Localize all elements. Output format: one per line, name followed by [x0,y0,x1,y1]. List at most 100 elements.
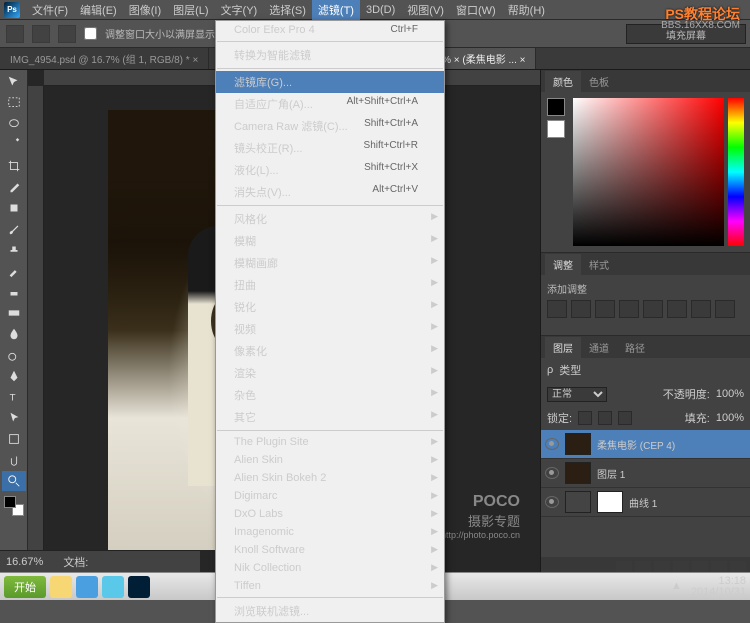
filter-alien-bokeh[interactable]: Alien Skin Bokeh 2▶ [216,469,444,487]
vibrance-icon[interactable] [643,300,663,318]
blend-mode-select[interactable]: 正常 [547,387,607,402]
filter-video[interactable]: 视频▶ [216,318,444,340]
filter-last[interactable]: Color Efex Pro 4Ctrl+F [216,21,444,39]
system-clock[interactable]: 13:18 2014/10/31 [691,576,746,598]
filter-sharpen[interactable]: 锐化▶ [216,296,444,318]
filter-browse-online[interactable]: 浏览联机滤镜... [216,600,444,622]
wand-tool[interactable] [2,135,26,155]
fill-value[interactable]: 100% [716,412,744,424]
filter-vanish[interactable]: 消失点(V)...Alt+Ctrl+V [216,181,444,203]
dodge-tool[interactable] [2,345,26,365]
zoom-out-icon[interactable] [58,25,76,43]
lock-pixels-icon[interactable] [578,411,592,425]
resize-window-checkbox[interactable] [84,27,97,40]
menu-select[interactable]: 选择(S) [263,0,312,20]
filter-plugin-site[interactable]: The Plugin Site▶ [216,433,444,451]
layer-row-2[interactable]: 曲线 1 [541,488,750,517]
marquee-tool[interactable] [2,93,26,113]
filter-gallery[interactable]: 滤镜库(G)... [216,71,444,93]
taskbar-browser-icon[interactable] [76,576,98,598]
tab-doc-0[interactable]: IMG_4954.psd @ 16.7% (组 1, RGB/8) * × [0,48,209,69]
visibility-icon[interactable] [545,496,559,508]
opacity-value[interactable]: 100% [716,388,744,400]
paths-tab[interactable]: 路径 [617,337,653,358]
filter-stylize[interactable]: 风格化▶ [216,208,444,230]
type-tool[interactable]: T [2,387,26,407]
layer-row-1[interactable]: 图层 1 [541,459,750,488]
menu-image[interactable]: 图像(I) [123,0,167,20]
color-picker[interactable] [541,92,750,252]
path-select-tool[interactable] [2,408,26,428]
filter-blur[interactable]: 模糊▶ [216,230,444,252]
zoom-in-icon[interactable] [32,25,50,43]
filter-nik[interactable]: Nik Collection▶ [216,559,444,577]
color-tab[interactable]: 颜色 [545,71,581,92]
filter-camera-raw[interactable]: Camera Raw 滤镜(C)...Shift+Ctrl+A [216,115,444,137]
filter-tiffen[interactable]: Tiffen▶ [216,577,444,595]
heal-tool[interactable] [2,198,26,218]
layer-row-0[interactable]: 柔焦电影 (CEP 4) [541,430,750,459]
filter-liquify[interactable]: 液化(L)...Shift+Ctrl+X [216,159,444,181]
zoom-tool[interactable] [2,471,26,491]
move-tool[interactable] [2,72,26,92]
menu-file[interactable]: 文件(F) [26,0,74,20]
menu-help[interactable]: 帮助(H) [502,0,551,20]
taskbar-app-icon[interactable] [102,576,124,598]
zoom-level[interactable]: 16.67% [6,556,43,568]
filter-wide-angle[interactable]: 自适应广角(A)...Alt+Shift+Ctrl+A [216,93,444,115]
tool-preset-icon[interactable] [6,25,24,43]
menu-edit[interactable]: 编辑(E) [74,0,123,20]
menu-view[interactable]: 视图(V) [401,0,450,20]
eyedropper-tool[interactable] [2,177,26,197]
taskbar-explorer-icon[interactable] [50,576,72,598]
filter-render[interactable]: 渲染▶ [216,362,444,384]
adjustments-tab[interactable]: 调整 [545,254,581,275]
color-swatches[interactable] [4,496,24,516]
lasso-tool[interactable] [2,114,26,134]
brightness-icon[interactable] [547,300,567,318]
lock-all-icon[interactable] [618,411,632,425]
blur-tool[interactable] [2,324,26,344]
bw-icon[interactable] [691,300,711,318]
filter-lens[interactable]: 镜头校正(R)...Shift+Ctrl+R [216,137,444,159]
crop-tool[interactable] [2,156,26,176]
menu-layer[interactable]: 图层(L) [167,0,214,20]
hue-slider[interactable] [728,98,744,246]
filter-smart[interactable]: 转换为智能滤镜 [216,44,444,66]
filter-pixelate[interactable]: 像素化▶ [216,340,444,362]
curves-icon[interactable] [595,300,615,318]
layers-tab[interactable]: 图层 [545,337,581,358]
filter-blur-gallery[interactable]: 模糊画廊▶ [216,252,444,274]
hue-icon[interactable] [667,300,687,318]
menu-window[interactable]: 窗口(W) [450,0,502,20]
eraser-tool[interactable] [2,282,26,302]
visibility-icon[interactable] [545,438,559,450]
styles-tab[interactable]: 样式 [581,254,617,275]
history-brush-tool[interactable] [2,261,26,281]
stamp-tool[interactable] [2,240,26,260]
levels-icon[interactable] [571,300,591,318]
filter-alien-skin[interactable]: Alien Skin▶ [216,451,444,469]
photo-filter-icon[interactable] [715,300,735,318]
menu-type[interactable]: 文字(Y) [215,0,264,20]
menu-filter[interactable]: 滤镜(T) [312,0,360,20]
saturation-field[interactable] [573,98,724,246]
start-button[interactable]: 开始 [4,576,46,598]
filter-distort[interactable]: 扭曲▶ [216,274,444,296]
hand-tool[interactable] [2,450,26,470]
menu-3d[interactable]: 3D(D) [360,2,401,18]
visibility-icon[interactable] [545,467,559,479]
filter-dxo[interactable]: DxO Labs▶ [216,505,444,523]
pen-tool[interactable] [2,366,26,386]
taskbar-ps-icon[interactable] [128,576,150,598]
gradient-tool[interactable] [2,303,26,323]
shape-tool[interactable] [2,429,26,449]
exposure-icon[interactable] [619,300,639,318]
lock-position-icon[interactable] [598,411,612,425]
filter-noise[interactable]: 杂色▶ [216,384,444,406]
filter-imagenomic[interactable]: Imagenomic▶ [216,523,444,541]
filter-knoll[interactable]: Knoll Software▶ [216,541,444,559]
filter-other[interactable]: 其它▶ [216,406,444,428]
swatches-tab[interactable]: 色板 [581,71,617,92]
brush-tool[interactable] [2,219,26,239]
